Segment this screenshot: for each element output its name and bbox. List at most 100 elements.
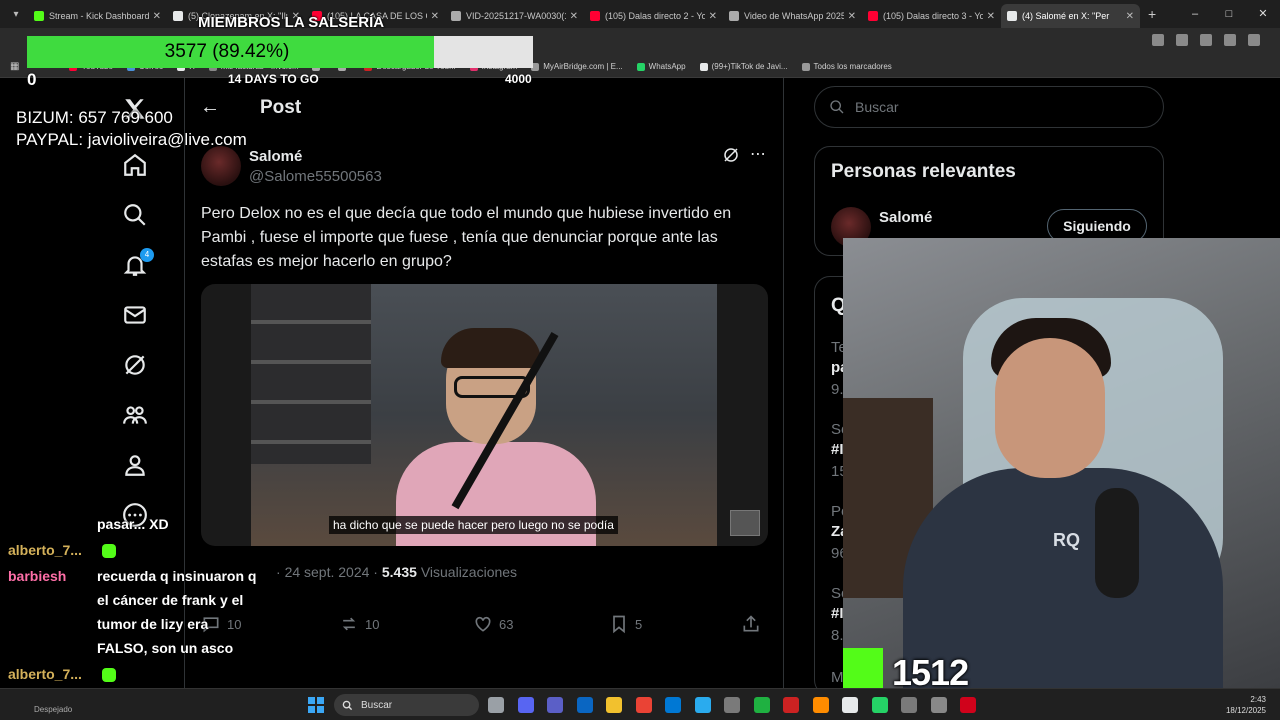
bookmark-item[interactable]: WhatsApp: [636, 62, 686, 71]
tab-close-icon[interactable]: ✕: [570, 11, 578, 22]
task-view-icon[interactable]: [488, 697, 504, 713]
app-icon[interactable]: [842, 697, 858, 713]
trend-fragment[interactable]: #I: [831, 441, 844, 458]
bookmark-icon: [613, 615, 625, 634]
windows-start-icon[interactable]: [308, 697, 324, 713]
author-handle[interactable]: @Salome55500563: [249, 168, 382, 185]
tab-list-chevron-icon[interactable]: ▾: [4, 4, 28, 24]
tab-close-icon[interactable]: ✕: [153, 11, 161, 22]
bookmark-label: MyAirBridge.com | E...: [543, 62, 623, 71]
tab-close-icon[interactable]: ✕: [987, 11, 995, 22]
post-date[interactable]: 24 sept. 2024: [285, 564, 370, 580]
trend-fragment[interactable]: 9.: [831, 381, 844, 398]
messages-icon[interactable]: [122, 302, 148, 328]
maximize-button[interactable]: □: [1212, 0, 1246, 28]
browser-tab[interactable]: Video de WhatsApp 2025 ✕: [723, 4, 862, 28]
minimize-button[interactable]: –: [1178, 0, 1212, 28]
chat-username[interactable]: alberto_7...: [8, 542, 82, 558]
app-icon[interactable]: [783, 697, 799, 713]
bookmark-favicon-icon: [636, 62, 645, 71]
weather-widget[interactable]: Despejado: [34, 705, 72, 714]
browser-tab[interactable]: (4) Salomé en X: "Per ✕: [1001, 4, 1140, 28]
chat-emote-icon: [102, 668, 116, 682]
tab-close-icon[interactable]: ✕: [848, 11, 856, 22]
close-window-button[interactable]: ✕: [1246, 0, 1280, 28]
share-button[interactable]: [741, 614, 767, 634]
tab-close-icon[interactable]: ✕: [431, 11, 439, 22]
teams-icon[interactable]: [547, 697, 563, 713]
pdf-icon[interactable]: [960, 697, 976, 713]
home-icon[interactable]: [122, 152, 148, 178]
bookmark-favicon-icon: [699, 62, 708, 71]
tab-title: VID-20251217-WA0030(1: [466, 11, 566, 21]
discord-icon[interactable]: [517, 697, 534, 713]
browser-tab[interactable]: (105) Dalas directo 3 - Yo ✕: [862, 4, 1001, 28]
search-icon: [830, 100, 844, 114]
tab-close-icon[interactable]: ✕: [1126, 11, 1134, 22]
tab-close-icon[interactable]: ✕: [709, 11, 717, 22]
apps-grid-icon[interactable]: ▦: [10, 61, 19, 72]
notifications-icon[interactable]: 4: [122, 248, 154, 278]
sub-goal-max: 4000: [505, 72, 532, 86]
system-clock[interactable]: 2:43 18/12/2025: [1226, 694, 1266, 716]
edge-icon[interactable]: [665, 697, 681, 713]
reply-count: 10: [227, 616, 242, 632]
browser-tab[interactable]: Stream - Kick Dashboard ✕: [28, 4, 167, 28]
zoom-icon[interactable]: [1152, 34, 1164, 46]
browser-tab-bar: ▾ Stream - Kick Dashboard ✕ (5) Clonazepam…: [0, 0, 1280, 28]
cast-icon[interactable]: [1176, 34, 1188, 46]
chat-username[interactable]: alberto_7...: [8, 666, 82, 682]
chrome-icon[interactable]: [635, 697, 652, 713]
page-title: Post: [260, 96, 302, 118]
bookmark-label: Todos los marcadores: [813, 62, 892, 71]
search-placeholder: Buscar: [855, 99, 899, 115]
tab-title: Video de WhatsApp 2025: [744, 11, 844, 21]
taskbar-search[interactable]: Buscar: [334, 694, 479, 716]
browser-tab[interactable]: (105) Dalas directo 2 - Yo ✕: [584, 4, 723, 28]
extensions-icon[interactable]: [1224, 34, 1236, 46]
trend-fragment[interactable]: M: [831, 669, 844, 686]
explore-icon[interactable]: [122, 202, 148, 228]
grok-icon[interactable]: [122, 352, 148, 378]
post-more-icon[interactable]: ⋯: [750, 144, 766, 164]
whatsapp-icon[interactable]: [871, 697, 888, 713]
tab-title: Stream - Kick Dashboard: [49, 11, 149, 21]
shirt-logo: RQ: [1053, 530, 1080, 550]
bookmark-item[interactable]: Todos los marcadores: [801, 62, 892, 71]
telegram-icon[interactable]: [694, 697, 711, 713]
browser-tab[interactable]: VID-20251217-WA0030(1 ✕: [445, 4, 584, 28]
bookmark-item[interactable]: (99+)TikTok de Javi...: [699, 62, 788, 71]
video-thumbnail: [730, 510, 760, 536]
column-divider: [783, 78, 784, 688]
file-explorer-icon[interactable]: [606, 697, 622, 713]
chat-username[interactable]: barbiesh: [8, 568, 66, 584]
chat-message: FALSO, son un asco: [97, 640, 234, 656]
window-controls: – □ ✕: [1178, 0, 1280, 28]
trend-fragment[interactable]: #I: [831, 605, 844, 622]
back-arrow-icon[interactable]: ←: [200, 96, 220, 119]
app-icon[interactable]: [724, 697, 740, 713]
new-tab-button[interactable]: +: [1148, 6, 1156, 22]
relevant-name[interactable]: Salomé: [879, 209, 932, 226]
relevant-people-title: Personas relevantes: [831, 161, 1016, 182]
bookmark-star-icon[interactable]: [1200, 34, 1212, 46]
post-video[interactable]: ha dicho que se puede hacer pero luego n…: [201, 284, 768, 546]
profile-icon[interactable]: [122, 452, 148, 478]
app-icon[interactable]: [812, 697, 829, 713]
views-count: 5.435: [381, 564, 417, 580]
author-avatar[interactable]: [201, 146, 241, 186]
app-icon[interactable]: [930, 697, 947, 713]
grok-explain-icon[interactable]: [722, 146, 740, 164]
search-input[interactable]: Buscar: [814, 86, 1164, 128]
trend-fragment[interactable]: 8.: [831, 627, 844, 644]
communities-icon[interactable]: [122, 402, 148, 428]
app-icon[interactable]: [901, 697, 917, 713]
author-name[interactable]: Salomé: [249, 148, 302, 165]
profile-icon[interactable]: [1248, 34, 1260, 46]
like-button[interactable]: 63: [473, 614, 513, 634]
outlook-icon[interactable]: [576, 697, 593, 713]
bookmark-button[interactable]: 5: [609, 614, 642, 634]
app-icon[interactable]: [753, 697, 770, 713]
bookmark-item[interactable]: MyAirBridge.com | E...: [531, 62, 623, 71]
repost-button[interactable]: 10: [339, 614, 379, 634]
